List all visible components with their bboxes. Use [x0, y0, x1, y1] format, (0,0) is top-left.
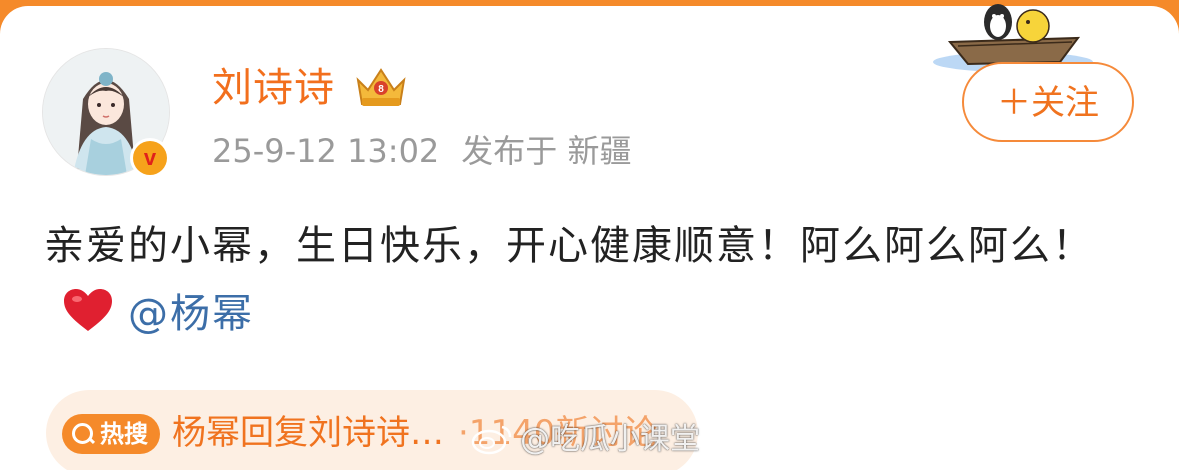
watermark-text: @吃瓜小课堂 — [520, 422, 700, 457]
post-body: 亲爱的小幂，生日快乐，开心健康顺意！阿么阿么阿么！ @杨幂 — [44, 212, 1134, 348]
weibo-post-frame: v 刘诗诗 8 25-9-12 13:02 发布于 新疆 ＋关注 亲爱的小幂，生日… — [0, 0, 1179, 470]
red-heart-emoji-icon — [64, 289, 112, 331]
hot-search-badge-label: 热搜 — [100, 420, 148, 448]
hot-search-badge: 热搜 — [62, 414, 160, 454]
gold-crown-member-badge-icon: 8 — [356, 68, 406, 106]
post-text: 亲爱的小幂，生日快乐，开心健康顺意！阿么阿么阿么！ — [44, 223, 1094, 269]
post-location: 发布于 新疆 — [461, 132, 632, 170]
post-meta: 25-9-12 13:02 发布于 新疆 — [212, 130, 653, 172]
search-icon — [72, 423, 93, 444]
verified-v-icon: v — [133, 141, 167, 175]
follow-button[interactable]: ＋关注 — [962, 62, 1134, 142]
svg-text:8: 8 — [378, 84, 384, 95]
mention-link[interactable]: @杨幂 — [128, 291, 254, 337]
verified-badge: v — [130, 138, 170, 178]
hot-search-title: 杨幂回复刘诗诗… — [172, 413, 444, 453]
weibo-logo-icon — [471, 425, 512, 455]
watermark: @吃瓜小课堂 — [470, 420, 700, 460]
post-timestamp: 25-9-12 13:02 — [212, 132, 440, 170]
username[interactable]: 刘诗诗 — [212, 62, 335, 114]
